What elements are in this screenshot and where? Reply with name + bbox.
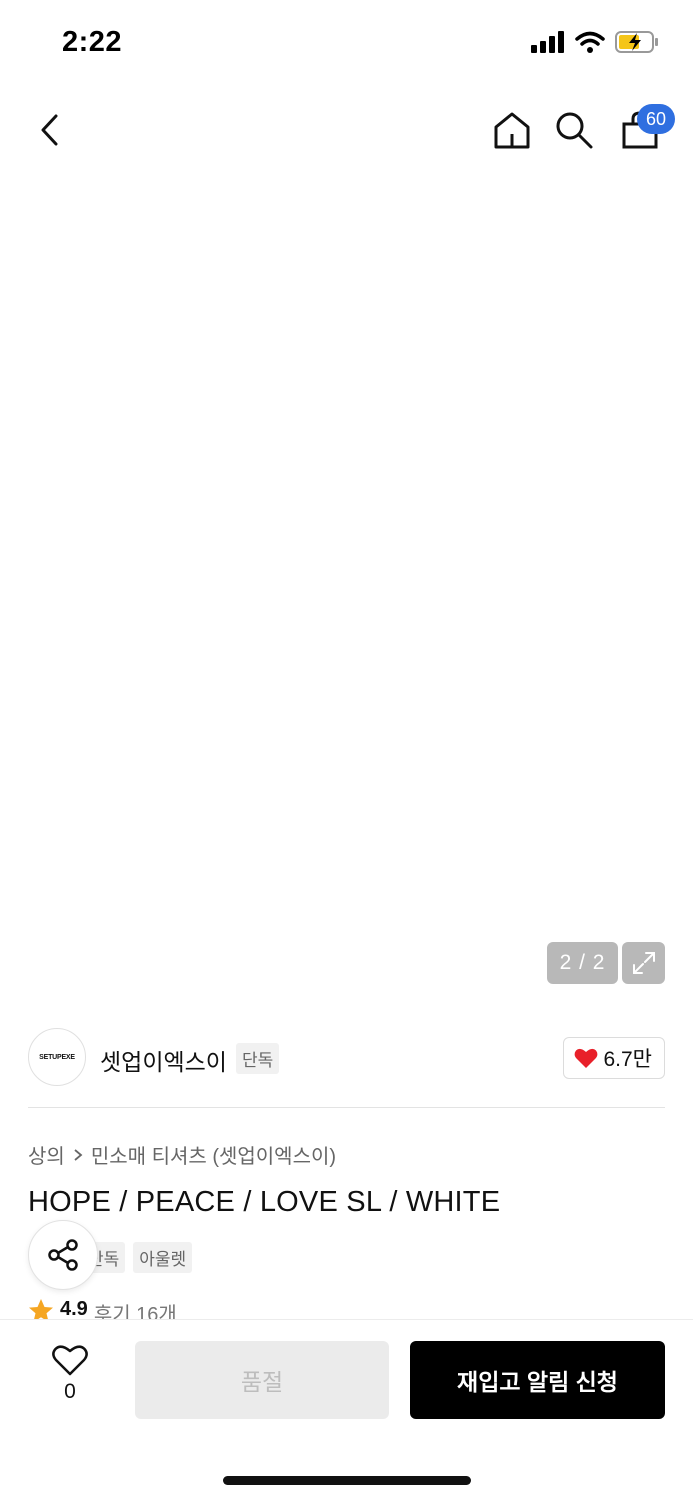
home-indicator [223,1476,471,1485]
review-count: 후기 16개 [93,1304,177,1320]
back-button[interactable] [24,104,76,156]
breadcrumb: 상의 민소매 티셔츠 (셋업이엑스이) [28,1140,336,1169]
wishlist-count: 0 [64,1380,76,1403]
brand-name[interactable]: 셋업이엑스이 [100,1043,227,1077]
status-icons [531,30,659,54]
expand-icon [632,952,655,974]
signal-icon [531,31,564,53]
bottom-action-bar: 0 품절 재입고 알림 신청 [0,1319,693,1500]
battery-icon [615,31,658,53]
home-icon [494,112,530,149]
status-bar: 2:22 [0,0,693,90]
wishlist-button[interactable]: 0 [40,1344,100,1414]
brand-exclusive-tag: 단독 [236,1043,280,1074]
heart-icon [575,1048,598,1068]
search-button[interactable] [548,104,600,156]
home-button[interactable] [486,104,538,156]
wifi-icon [575,31,605,53]
back-icon [41,114,58,146]
product-tag: 아울렛 [133,1242,193,1273]
soldout-button[interactable]: 품절 [135,1341,389,1419]
product-title: HOPE / PEACE / LOVE SL / WHITE [28,1186,501,1218]
share-icon [48,1239,78,1271]
like-count: 6.7만 [603,1048,652,1071]
rating-value: 4.9 [60,1298,88,1320]
brand-logo[interactable]: SETUPEXE [28,1028,86,1086]
share-button[interactable] [28,1220,98,1290]
breadcrumb-subcategory[interactable]: 민소매 티셔츠 (셋업이엑스이) [91,1140,336,1169]
chevron-right-icon [74,1148,83,1161]
status-time: 2:22 [62,26,123,58]
rating-row[interactable]: 4.9 후기 16개 [28,1298,177,1320]
image-counter: 2 / 2 [547,942,618,984]
star-icon [29,1299,53,1320]
brand-like-button[interactable]: 6.7만 [563,1037,665,1079]
brand-logo-text: SETUPEXE [39,1053,75,1061]
product-tags: 단독 아울렛 [82,1242,193,1273]
restock-alert-button[interactable]: 재입고 알림 신청 [410,1341,665,1419]
tank-top-image [172,296,520,887]
cart-count-badge: 60 [637,104,675,134]
breadcrumb-category[interactable]: 상의 [28,1140,65,1169]
expand-image-button[interactable] [622,942,665,984]
heart-outline-icon [52,1345,88,1376]
top-nav [0,90,693,170]
brand-row: SETUPEXE 셋업이엑스이 단독 6.7만 [28,1008,665,1108]
search-icon [556,112,593,149]
